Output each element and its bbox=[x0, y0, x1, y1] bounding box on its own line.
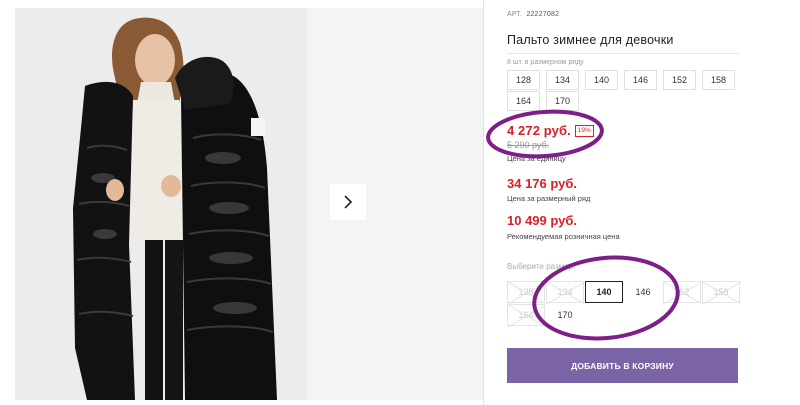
product-title: Пальто зимнее для девочки bbox=[507, 33, 674, 47]
size-option-164[interactable]: 164 bbox=[507, 304, 546, 327]
add-to-cart-button[interactable]: ДОБАВИТЬ В КОРЗИНУ bbox=[507, 348, 738, 383]
sku-label: АРТ. bbox=[507, 11, 523, 18]
unavailable-cross-icon bbox=[508, 305, 546, 327]
product-photo bbox=[15, 8, 307, 400]
size-option-134[interactable]: 134 bbox=[546, 281, 585, 304]
sku: АРТ. 22227082 bbox=[507, 11, 559, 18]
price-main-row: 4 272 руб. 19% bbox=[507, 123, 594, 138]
run-note: 8 шт. в размерном ряду bbox=[507, 59, 584, 66]
old-price: 5 290 руб. bbox=[507, 140, 550, 150]
rrp-price-label: Рекомендуемая розничная цена bbox=[507, 232, 620, 241]
rrp-price: 10 499 руб. bbox=[507, 213, 578, 228]
discount-badge: 19% bbox=[574, 124, 594, 137]
sku-value: 22227082 bbox=[526, 11, 560, 18]
unavailable-cross-icon bbox=[508, 282, 546, 304]
run-size-cell: 146 bbox=[624, 70, 657, 90]
run-size-cell: 134 bbox=[546, 70, 579, 90]
size-option-158[interactable]: 158 bbox=[702, 281, 741, 304]
run-size-cell: 164 bbox=[507, 91, 540, 111]
choose-size-label: Выберите размер: bbox=[507, 262, 576, 271]
size-option-152[interactable]: 152 bbox=[663, 281, 702, 304]
size-option-label: 170 bbox=[557, 310, 573, 320]
size-option-170[interactable]: 170 bbox=[546, 304, 584, 326]
gallery-next-button[interactable] bbox=[330, 184, 366, 220]
product-photo-illustration bbox=[15, 8, 307, 400]
size-option-146[interactable]: 146 bbox=[624, 281, 662, 303]
run-size-cell: 140 bbox=[585, 70, 618, 90]
run-size-cell: 128 bbox=[507, 70, 540, 90]
size-option-128[interactable]: 128 bbox=[507, 281, 546, 304]
run-size-cell: 152 bbox=[663, 70, 696, 90]
divider bbox=[507, 53, 739, 54]
run-size-cell: 158 bbox=[702, 70, 735, 90]
size-option-label: 140 bbox=[596, 287, 612, 297]
chevron-right-icon bbox=[344, 195, 353, 209]
run-size-cell: 170 bbox=[546, 91, 579, 111]
unit-price-label: Цена за единицу bbox=[507, 154, 566, 163]
unavailable-cross-icon bbox=[703, 282, 741, 304]
run-price: 34 176 руб. bbox=[507, 176, 578, 191]
unavailable-cross-icon bbox=[664, 282, 702, 304]
run-price-label: Цена за размерный ряд bbox=[507, 194, 591, 203]
divider bbox=[483, 0, 484, 405]
unit-price: 4 272 руб. bbox=[507, 123, 571, 138]
size-option-140[interactable]: 140 bbox=[585, 281, 623, 303]
size-option-label: 146 bbox=[635, 287, 651, 297]
unavailable-cross-icon bbox=[547, 282, 585, 304]
